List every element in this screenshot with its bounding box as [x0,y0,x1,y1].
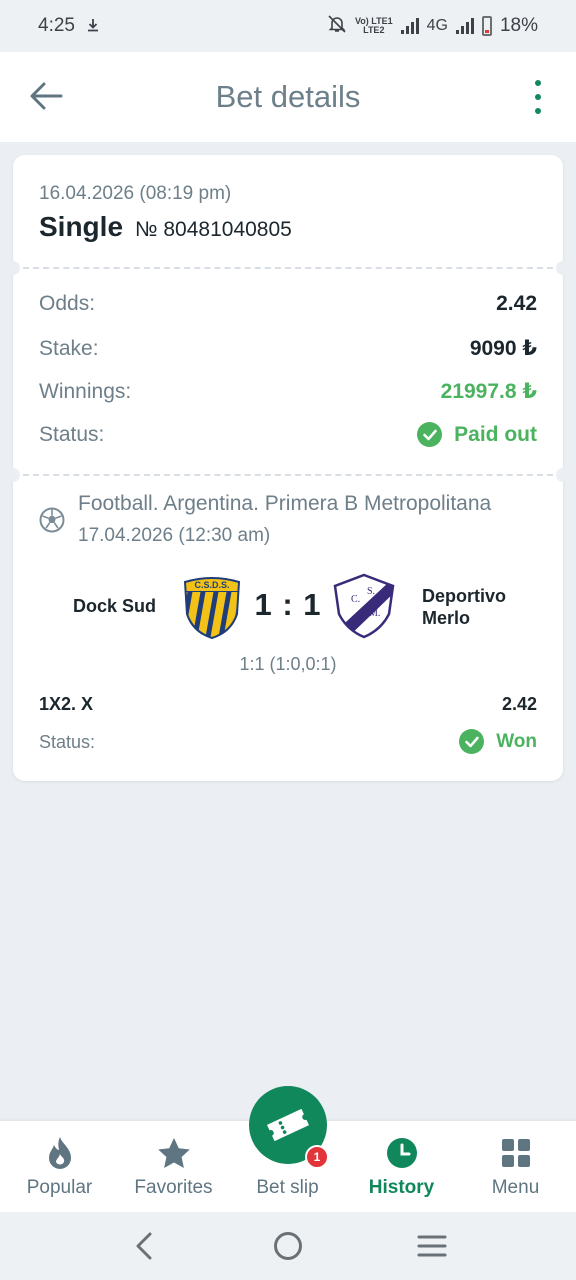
signal-icon [400,18,419,34]
team-home-crest: C.S.D.S. [181,572,243,640]
betslip-count-badge: 1 [305,1145,329,1169]
market-name: 1X2. X [39,694,94,714]
menu-lines-icon [417,1235,447,1257]
crest-away-text-3: D. [353,614,363,625]
nav-favorites[interactable]: Favorites [116,1121,231,1212]
bet-card: 16.04.2026 (08:19 pm) Single № 804810408… [6,155,570,781]
ticket-notch-left [6,261,20,275]
check-circle-icon [417,422,443,447]
nav-betslip-label[interactable]: Bet slip [230,1177,345,1199]
selection-status-value: Won [496,730,537,752]
crest-home-text: C.S.D.S. [194,580,229,590]
status-badge: Paid out [417,422,537,447]
volte-indicator: Vo) LTE1 LTE2 [354,16,393,35]
download-icon [87,18,99,35]
team-away-name-line1: Deportivo [422,586,507,606]
stake-value: 9090 ₺ [469,337,537,360]
crest-away-text-2: S. [367,586,375,597]
back-button[interactable] [26,76,66,116]
odds-value: 2.42 [496,292,537,315]
ticket-notch-right-2 [556,468,570,482]
bet-type: Single [39,211,124,242]
nav-menu-label: Menu [491,1177,540,1198]
mute-bell-icon [327,14,347,39]
status-row: Status: Paid out [39,422,537,447]
battery-percent: 18% [499,15,538,36]
dashed-divider-2 [23,474,553,476]
team-away-name-line2: Merlo [422,608,471,628]
odds-label: Odds: [39,292,96,315]
winnings-row: Winnings: 21997.8 ₺ [39,379,537,404]
odds-row: Odds: 2.42 [39,292,537,316]
bet-number: № 80481040805 [135,218,292,241]
market-odds: 2.42 [501,694,537,714]
status-bar: 4:25 Vo) LTE1 LTE2 4G 18% [0,0,576,52]
grid-icon [499,1136,533,1170]
nav-history[interactable]: History [344,1121,459,1212]
team-away-name: Deportivo Merlo [422,585,506,629]
system-back-button[interactable] [126,1228,162,1264]
more-options-button[interactable] [528,80,548,114]
league-name: Football. Argentina. Primera B Metropoli… [78,492,492,515]
status-label: Status: [39,422,105,446]
event-date: 17.04.2026 (12:30 am) [78,525,271,546]
team-home-name: Dock Sud [73,596,157,616]
stake-row: Stake: 9090 ₺ [39,336,537,361]
nav-history-label: History [368,1177,435,1198]
nav-menu[interactable]: Menu [458,1121,573,1212]
network-type: 4G [426,17,448,34]
stake-label: Stake: [39,336,99,360]
status-indicators: Vo) LTE1 LTE2 4G 18% [327,14,538,39]
football-icon [39,507,65,533]
arrow-left-icon [30,82,63,110]
bet-type-row: Single № 80481040805 [39,211,292,243]
chevron-left-icon [136,1232,152,1260]
dot-icon [535,108,541,114]
nav-popular[interactable]: Popular [2,1121,117,1212]
nav-popular-label: Popular [26,1177,93,1198]
ticket-notch-left-2 [6,468,20,482]
fire-icon [43,1136,77,1170]
system-home-button[interactable] [270,1228,306,1264]
winnings-value: 21997.8 ₺ [440,380,537,403]
winnings-label: Winnings: [39,379,132,403]
crest-away-text-1: C. [351,594,360,605]
selection-status-label: Status: [39,732,96,752]
check-circle-icon [459,729,485,754]
system-recents-button[interactable] [414,1228,450,1264]
system-nav-bar [0,1212,576,1280]
status-value: Paid out [454,422,537,446]
selection-status-badge: Won [459,729,537,754]
battery-icon [481,16,492,36]
team-away-crest: C. S. D. M. [331,572,397,640]
status-time: 4:25 [38,15,75,36]
dot-icon [535,94,541,100]
signal-2-icon [455,18,474,34]
nav-favorites-label: Favorites [134,1177,213,1198]
star-icon [157,1136,191,1170]
match-score: 1 : 1 [254,587,322,622]
ticket-notch-right [556,261,570,275]
score-detail: 1:1 (1:0,0:1) [239,654,337,674]
bet-date: 16.04.2026 (08:19 pm) [39,183,232,204]
app-header: Bet details [0,52,576,142]
crest-away-text-4: M. [369,608,380,619]
clock-icon [385,1136,419,1170]
ticket-icon [266,1108,310,1142]
circle-icon [274,1232,302,1260]
dot-icon [535,80,541,86]
dashed-divider [23,267,553,269]
page-title: Bet details [215,79,361,114]
